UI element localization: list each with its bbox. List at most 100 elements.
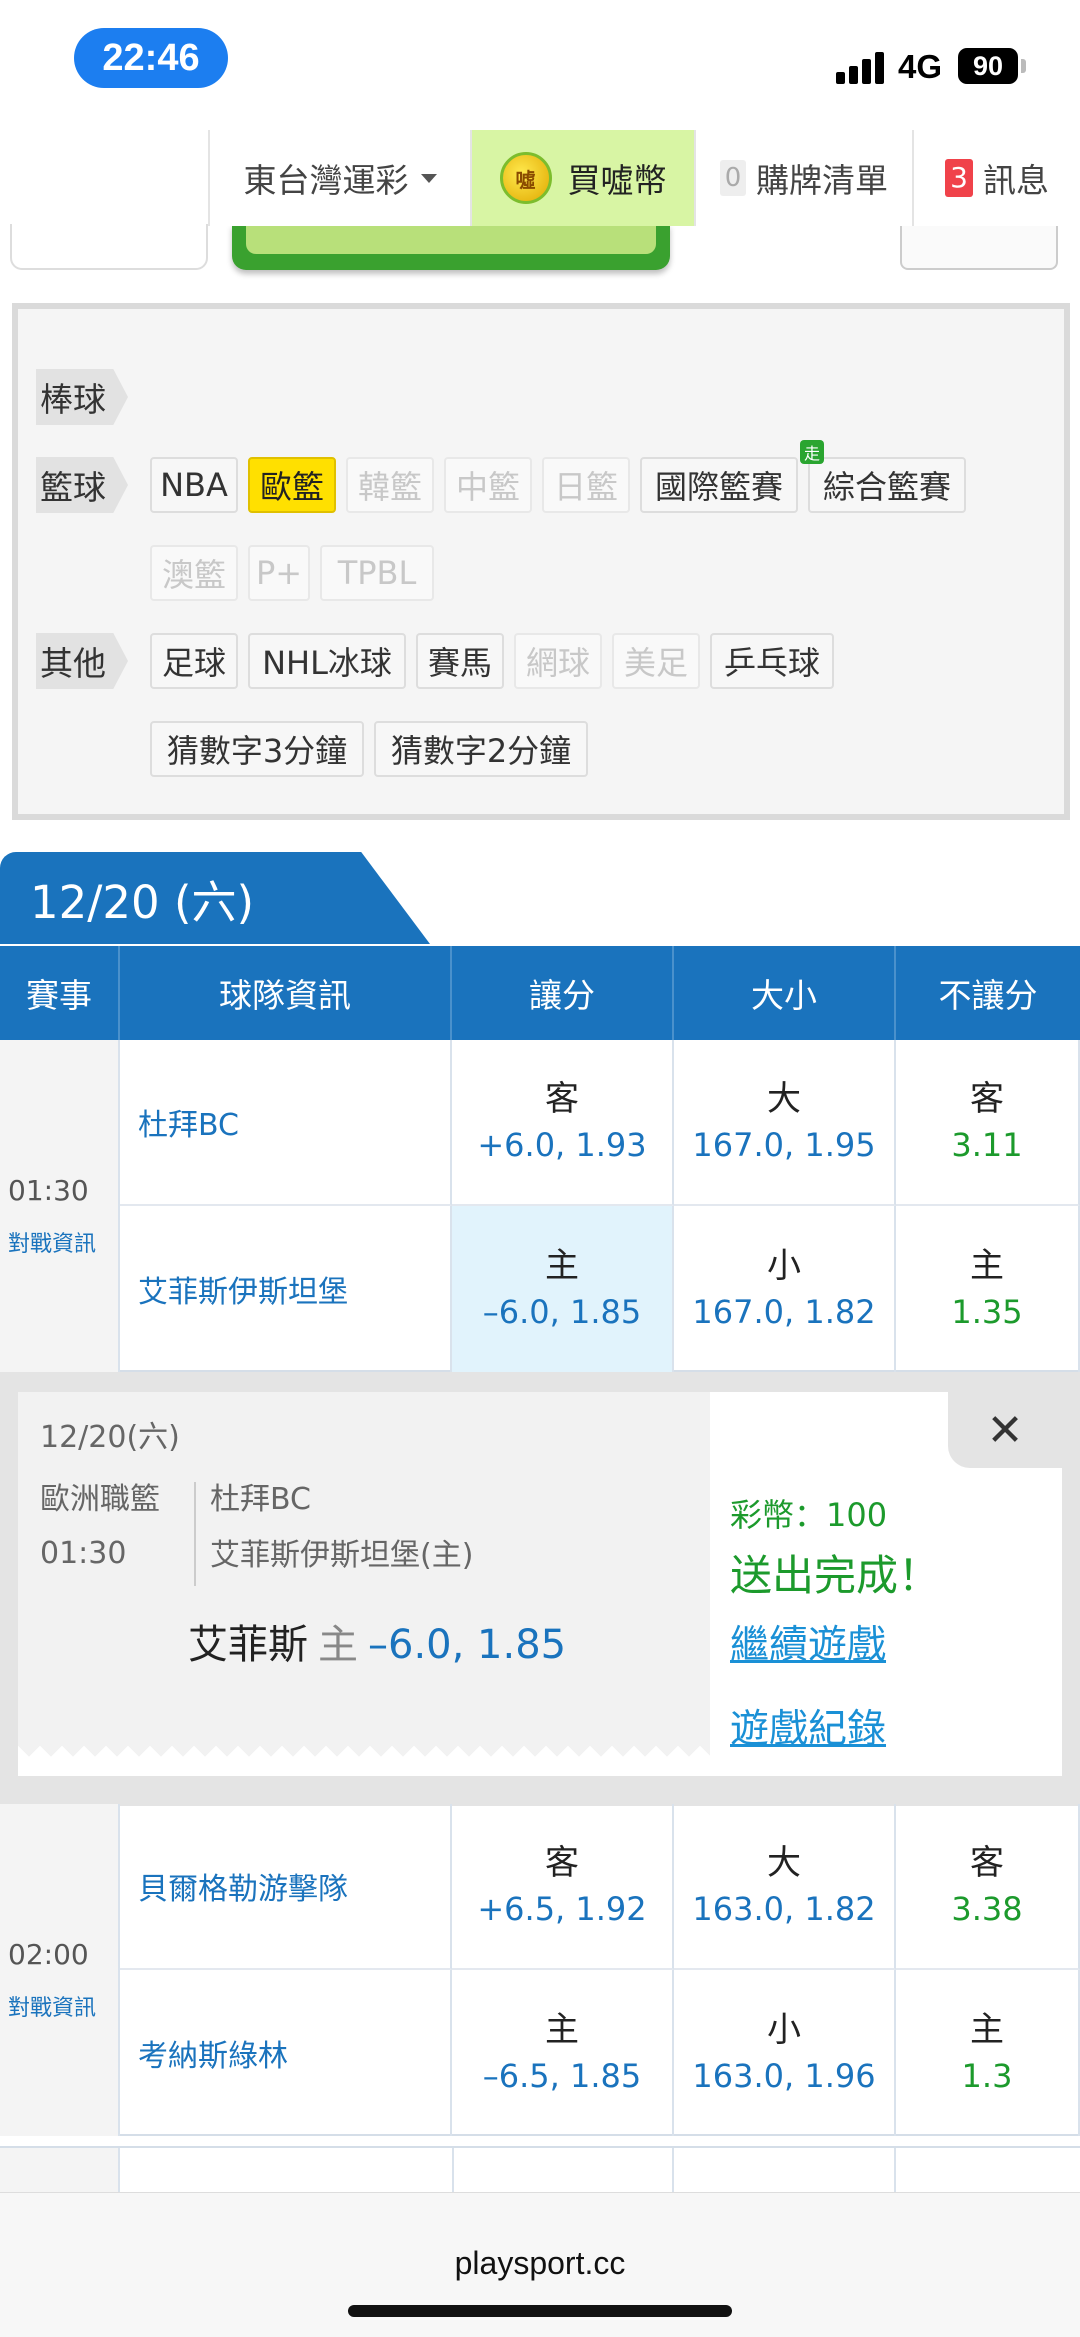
odds-label: 大: [767, 1843, 801, 1883]
continue-game-link[interactable]: 繼續遊戲: [730, 1614, 886, 1670]
away-team[interactable]: 貝爾格勒游擊隊: [120, 1804, 452, 1970]
ticket-divider: [194, 1482, 196, 1586]
odds-label: 客: [970, 1843, 1004, 1883]
header-moneyline: 不讓分: [938, 976, 1038, 1015]
odds-moneyline-away[interactable]: 客 3.11: [896, 1040, 1080, 1206]
category-other[interactable]: 其他: [36, 633, 128, 689]
odds-label: 主: [545, 1246, 579, 1286]
top-nav: 東台灣運彩 噓 買噓幣 0 購牌清單 3 訊息: [0, 124, 1080, 270]
odds-cell: [674, 2148, 896, 2198]
chip-table-tennis[interactable]: 乒乓球: [710, 633, 834, 689]
ticket-time: 01:30: [40, 1536, 127, 1571]
odds-value: –6.0, 1.85: [482, 1293, 642, 1331]
odds-label: 大: [767, 1079, 801, 1119]
chip-nhl[interactable]: NHL冰球: [248, 633, 406, 689]
chip-horse-racing[interactable]: 賽馬: [416, 633, 504, 689]
odds-label: 主: [970, 2010, 1004, 2050]
live-badge: 走: [800, 440, 824, 464]
odds-value: 1.35: [951, 1293, 1023, 1331]
cart-label: 購牌清單: [756, 161, 888, 200]
game-time: 01:30: [8, 1174, 89, 1207]
odds-total-over[interactable]: 大 167.0, 1.95: [674, 1040, 896, 1206]
chip-euro-basketball[interactable]: 歐籃: [248, 457, 336, 513]
sport-filter-panel: 棒球 籃球 NBA 歐籃 韓籃 中籃 日籃 國際籃賽 綜合籃賽 澳籃 P+ TP…: [12, 303, 1070, 820]
promo-banner[interactable]: [232, 224, 670, 270]
menu-button[interactable]: [10, 224, 208, 270]
odds-label: 客: [545, 1079, 579, 1119]
url-label[interactable]: playsport.cc: [0, 2245, 1080, 2282]
chip-japan-basketball[interactable]: 日籃: [542, 457, 630, 513]
battery-nub: [1021, 59, 1026, 73]
chip-tennis[interactable]: 網球: [514, 633, 602, 689]
odds-moneyline-home[interactable]: 主 1.35: [896, 1206, 1080, 1372]
chip-mixed-basketball[interactable]: 綜合籃賽: [808, 457, 966, 513]
coins-spent: 彩幣：100: [730, 1496, 888, 1534]
ticket-home: 艾菲斯伊斯坦堡(主): [210, 1538, 474, 1573]
rules-button[interactable]: [900, 224, 1058, 270]
battery-icon: 90: [958, 48, 1018, 84]
odds-value: 167.0, 1.82: [692, 1293, 876, 1331]
status-time: 22:46: [74, 28, 228, 88]
home-team[interactable]: 考納斯綠林: [120, 1970, 452, 2136]
header-spread: 讓分: [452, 946, 674, 1040]
odds-spread-home[interactable]: 主 –6.5, 1.85: [452, 1970, 674, 2136]
odds-moneyline-home[interactable]: 主 1.3: [896, 1970, 1080, 2136]
chip-australia-basketball[interactable]: 澳籃: [150, 545, 238, 601]
chip-intl-basketball[interactable]: 國際籃賽: [640, 457, 798, 513]
chip-tpbl[interactable]: TPBL: [320, 545, 434, 601]
odds-spread-away[interactable]: 客 +6.5, 1.92: [452, 1804, 674, 1970]
matchup-info-link[interactable]: 對戰資訊: [8, 1226, 96, 1258]
home-indicator[interactable]: [348, 2305, 732, 2317]
header-event: 賽事: [0, 946, 120, 1040]
chip-nba[interactable]: NBA: [150, 457, 238, 513]
game-history-link[interactable]: 遊戲紀錄: [730, 1698, 886, 1754]
chip-korea-basketball[interactable]: 韓籃: [346, 457, 434, 513]
messages-label: 訊息: [983, 161, 1049, 200]
odds-total-under[interactable]: 小 167.0, 1.82: [674, 1206, 896, 1372]
category-basketball[interactable]: 籃球: [36, 457, 128, 513]
submit-success-message: 送出完成！: [730, 1551, 941, 1600]
chip-guess-2min[interactable]: 猜數字2分鐘: [374, 721, 588, 777]
messages-count-badge: 3: [945, 159, 973, 197]
chip-p-plus[interactable]: P+: [248, 545, 310, 601]
odds-value: +6.5, 1.92: [477, 1890, 647, 1928]
odds-value: 163.0, 1.82: [692, 1890, 876, 1928]
odds-label: 客: [970, 1079, 1004, 1119]
browser-bottom-bar: playsport.cc: [0, 2192, 1080, 2337]
pick-side: 主: [318, 1622, 358, 1668]
ticket-away: 杜拜BC: [210, 1482, 312, 1517]
buy-coins-button[interactable]: 噓 買噓幣: [470, 130, 694, 226]
chip-american-football[interactable]: 美足: [612, 633, 700, 689]
next-game-row-partial: [0, 2146, 1080, 2198]
odds-total-under[interactable]: 小 163.0, 1.96: [674, 1970, 896, 2136]
home-team[interactable]: 艾菲斯伊斯坦堡: [120, 1206, 452, 1372]
header-total: 大小: [674, 946, 896, 1040]
category-baseball[interactable]: 棒球: [36, 369, 128, 425]
close-icon[interactable]: ✕: [948, 1392, 1062, 1468]
chip-china-basketball[interactable]: 中籃: [444, 457, 532, 513]
odds-spread-away[interactable]: 客 +6.0, 1.93: [452, 1040, 674, 1206]
cart-count-badge: 0: [720, 160, 746, 196]
bet-ticket: 12/20(六) 歐洲職籃 01:30 杜拜BC 艾菲斯伊斯坦堡(主) 艾菲斯主…: [18, 1392, 710, 1746]
odds-total-over[interactable]: 大 163.0, 1.82: [674, 1804, 896, 1970]
status-bar: 22:46 4G 90: [0, 0, 1080, 124]
pick-value: –6.0, 1.85: [368, 1622, 567, 1668]
messages-button[interactable]: 3 訊息: [912, 130, 1080, 226]
buy-coins-label: 買噓幣: [567, 161, 667, 200]
game-time: 02:00: [8, 1938, 89, 1971]
chip-guess-3min[interactable]: 猜數字3分鐘: [150, 721, 364, 777]
ticket-pick: 艾菲斯主 –6.0, 1.85: [188, 1612, 566, 1670]
odds-value: 163.0, 1.96: [692, 2057, 876, 2095]
cart-button[interactable]: 0 購牌清單: [694, 130, 912, 226]
odds-value: 167.0, 1.95: [692, 1126, 876, 1164]
odds-label: 小: [767, 2010, 801, 2050]
chip-soccer[interactable]: 足球: [150, 633, 238, 689]
region-dropdown[interactable]: 東台灣運彩: [208, 130, 470, 226]
odds-label: 主: [970, 1246, 1004, 1286]
matchup-info-link[interactable]: 對戰資訊: [8, 1990, 96, 2022]
game-time-cell: 02:00 對戰資訊: [0, 1804, 120, 2136]
network-label: 4G: [898, 48, 943, 85]
odds-moneyline-away[interactable]: 客 3.38: [896, 1804, 1080, 1970]
odds-spread-home[interactable]: 主 –6.0, 1.85: [452, 1206, 674, 1372]
away-team[interactable]: 杜拜BC: [120, 1040, 452, 1206]
